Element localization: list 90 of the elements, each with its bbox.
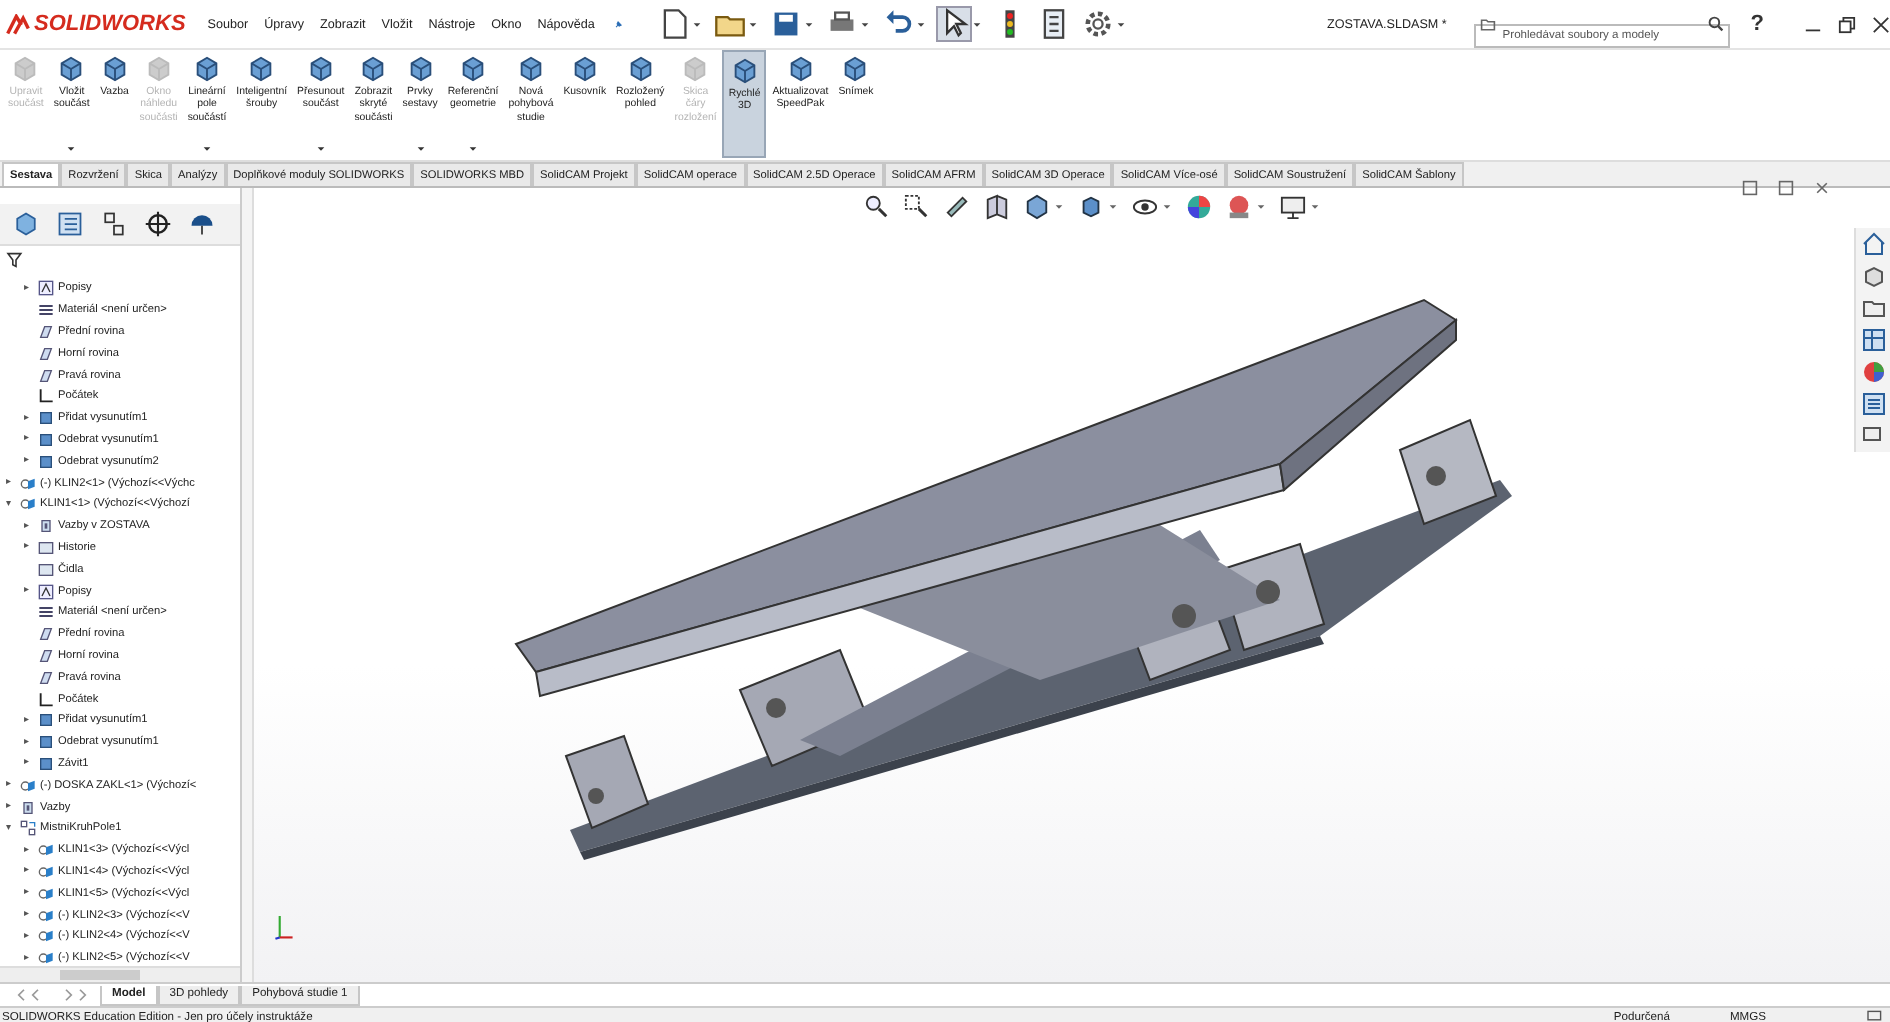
folder-icon [1480,18,1497,32]
caret-icon[interactable] [1256,202,1266,212]
component-icon [405,54,436,84]
cursor-icon[interactable] [937,8,970,40]
caret-icon[interactable] [803,19,814,29]
close-icon[interactable] [1814,180,1830,196]
configuration-icon[interactable] [100,210,128,238]
mates-icon [38,518,54,535]
component-icon [99,54,130,84]
caret-icon[interactable] [468,144,478,154]
caret-icon[interactable] [859,19,870,29]
caret-icon[interactable] [1162,202,1172,212]
caret-icon[interactable] [1115,19,1126,29]
caret-icon[interactable] [415,144,426,154]
appearance-icon[interactable] [188,210,216,238]
component-icon [56,54,87,84]
app-logo: SOLIDWORKS [6,12,186,36]
component-icon [305,54,336,84]
caret-icon[interactable] [1054,202,1064,212]
pin-icon[interactable] [614,17,624,31]
home-icon[interactable] [1861,232,1885,256]
folder-icon[interactable] [1861,296,1885,320]
component-icon [38,885,54,902]
component-icon [38,928,54,945]
pattern-icon [20,820,36,837]
mates-icon [20,799,36,816]
component-icon [515,54,546,84]
scene-icon[interactable] [1226,194,1252,220]
restore-icon[interactable] [1838,15,1856,33]
eye-icon[interactable] [1132,194,1158,220]
component-icon [20,777,36,794]
zoom-area-icon[interactable] [904,194,930,220]
cube-icon[interactable] [12,210,40,238]
origin-icon [38,388,54,405]
component-icon [10,54,41,84]
caret-icon[interactable] [66,144,77,154]
caret-icon[interactable] [315,144,326,154]
search-icon[interactable] [1708,16,1725,32]
component-icon [246,54,277,84]
zoom-icon[interactable] [864,194,890,220]
window-icon[interactable] [1742,180,1758,196]
origin-icon [38,691,54,708]
caret-icon[interactable] [1108,202,1118,212]
monitor-icon[interactable] [1280,194,1306,220]
cube-icon[interactable] [1078,194,1104,220]
window-icon[interactable] [1778,180,1794,196]
caret-icon[interactable] [691,19,702,29]
component-icon [680,54,711,84]
annotation-icon [38,583,54,600]
crosshair-icon[interactable] [144,210,172,238]
component-icon [191,54,222,84]
list-icon[interactable] [56,210,84,238]
list-icon[interactable] [1861,392,1885,416]
save-icon[interactable] [769,8,802,40]
filter-icon[interactable] [6,252,26,268]
component-icon [785,54,816,84]
help-button[interactable]: ? [1750,12,1764,36]
material-icon [38,604,54,621]
scrollbar[interactable] [0,966,240,982]
component-icon [569,54,600,84]
caret-icon[interactable] [1310,202,1320,212]
component-icon [458,54,488,84]
component-icon [143,54,174,84]
component-icon [625,54,656,84]
component-icon [38,863,54,880]
section-view-icon[interactable] [944,194,970,220]
component-icon [20,496,36,513]
navigation-arrows-icon[interactable] [12,988,92,1002]
material-icon [38,302,54,319]
caret-icon[interactable] [747,19,758,29]
view-orientation-icon[interactable] [984,194,1010,220]
caret-icon[interactable] [201,144,212,154]
component-icon [20,475,36,492]
component-icon [840,54,871,84]
color-wheel-icon[interactable] [1861,360,1885,384]
table-icon[interactable] [1861,328,1885,352]
gear-icon[interactable] [1081,8,1114,40]
caret-icon[interactable] [915,19,926,29]
close-icon[interactable] [1872,15,1890,33]
component-icon [38,950,54,966]
cube-icon[interactable] [1861,264,1885,288]
component-icon [38,907,54,923]
annotation-icon [38,280,54,297]
component-icon [38,842,54,859]
component-icon [729,56,760,86]
axis-triad-icon [274,910,294,942]
caret-icon[interactable] [971,19,982,29]
display-style-icon[interactable] [1024,194,1050,220]
component-icon [358,54,389,84]
color-ball-icon[interactable] [1186,194,1212,220]
